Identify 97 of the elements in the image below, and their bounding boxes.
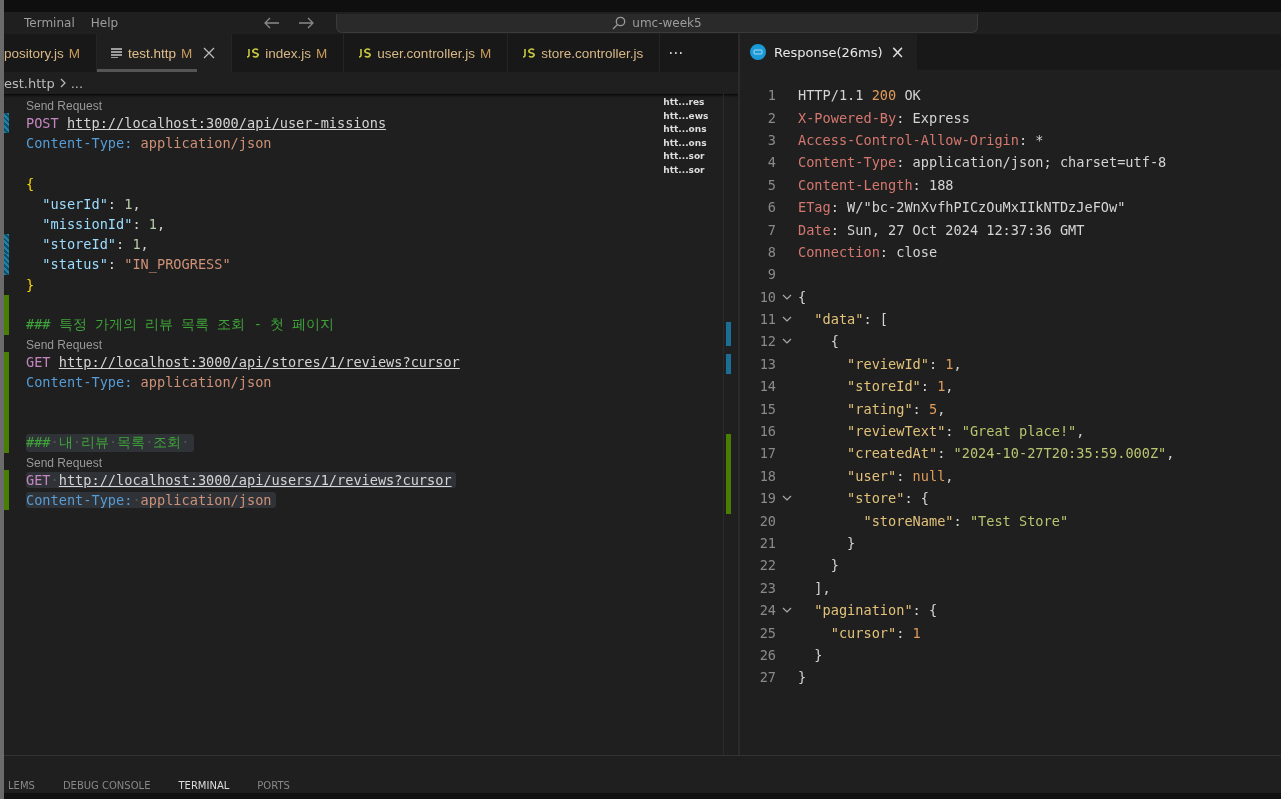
code-line: }	[813, 646, 823, 663]
send-request-link[interactable]: Send Request	[26, 456, 103, 470]
line-number: 2	[766, 109, 776, 126]
line-number: 15	[758, 400, 776, 417]
panel-tab[interactable]: PORTS	[257, 780, 290, 791]
code-line: ETag: W/"bc-2WnXvfhPICzOuMxIIkNTDzJeFOw"	[798, 199, 1126, 216]
code-line: {	[26, 175, 35, 192]
breadcrumb-item[interactable]: ...	[70, 75, 84, 91]
line-number: 20	[758, 512, 776, 529]
code-line: "status": "IN_PROGRESS"	[41, 256, 231, 273]
line-number: 6	[766, 199, 776, 216]
line-number: 13	[758, 355, 776, 372]
editor-tab[interactable]: test.http M	[97, 34, 233, 72]
panel-tab[interactable]: DEBUG CONSOLE	[62, 780, 151, 791]
line-number: 7	[766, 221, 776, 238]
line-number: 1	[766, 87, 776, 104]
line-number: 5	[766, 176, 776, 193]
code-line: "reviewText": "Great place!",	[846, 423, 1085, 440]
line-number: 26	[758, 646, 776, 663]
code-line: "cursor": 1	[829, 624, 921, 641]
minimap-section-label: htt...ons	[663, 123, 708, 136]
code-line: }	[846, 535, 856, 551]
close-icon	[203, 47, 216, 59]
js-file-icon	[246, 48, 261, 58]
menu-item[interactable]: Help	[90, 16, 119, 30]
code-line: "pagination": {	[813, 602, 938, 619]
response-tab[interactable]: Response(26ms) ×	[740, 34, 917, 70]
code-line: }	[798, 669, 807, 686]
line-number: 4	[766, 154, 776, 171]
line-number: 10	[758, 288, 776, 305]
code-line: Content-Type: application/json	[26, 374, 272, 391]
code-line: "storeName": "Test Store"	[862, 512, 1069, 529]
line-number: 12	[758, 333, 776, 350]
code-line: "user": null,	[846, 467, 954, 484]
code-line: Connection: close	[798, 243, 938, 260]
line-number: 17	[758, 445, 776, 462]
code-line: Access-Control-Allow-Origin: *	[798, 131, 1044, 148]
overview-ruler-mark	[726, 322, 732, 346]
line-number: 8	[766, 243, 776, 260]
js-file-icon	[522, 48, 537, 58]
forward-arrow-icon	[298, 17, 314, 29]
close-button[interactable]: ×	[890, 42, 905, 62]
code-line: }	[829, 557, 839, 574]
panel-tab[interactable]: TERMINAL	[178, 780, 230, 791]
panel-tab[interactable]: LEMS	[8, 780, 35, 791]
code-line: Content-Length: 188	[798, 176, 954, 193]
code-line: GET http://localhost:3000/api/stores/1/reviews?cursor	[26, 354, 460, 371]
line-number: 19	[758, 490, 776, 507]
code-line: "reviewId": 1,	[846, 355, 962, 372]
code-line: Content-Type: application/json	[26, 135, 272, 152]
code-line: ],	[813, 579, 831, 596]
code-line: "data": [	[813, 311, 889, 328]
code-line: }	[26, 276, 35, 293]
code-line: {	[829, 333, 839, 350]
code-line: "store": {	[846, 490, 929, 507]
minimap-section-label: htt...sor	[663, 163, 706, 177]
line-number: 21	[758, 535, 776, 551]
back-arrow-icon	[264, 17, 280, 29]
line-number: 3	[766, 131, 776, 148]
code-line: HTTP/1.1 200 OK	[798, 87, 921, 104]
code-line: "storeId": 1,	[846, 378, 954, 395]
chevron-right-icon	[58, 78, 67, 88]
line-number: 14	[758, 378, 776, 395]
code-line: "createdAt": "2024-10-27T20:35:59.000Z",	[846, 445, 1175, 462]
line-number: 11	[758, 311, 776, 328]
line-number: 9	[766, 266, 776, 283]
menu-item[interactable]: Terminal	[24, 16, 75, 30]
line-number: 16	[758, 423, 776, 440]
round-logo-icon	[750, 44, 766, 60]
minimap-section-label: htt...res	[663, 96, 706, 109]
code-line: "userId": 1,	[41, 195, 141, 212]
code-line: Date: Sun, 27 Oct 2024 12:37:36 GMT	[798, 221, 1085, 238]
code-line: "rating": 5,	[846, 400, 946, 417]
overview-ruler-mark	[726, 354, 732, 374]
search-icon	[612, 15, 627, 30]
code-line: {	[798, 288, 807, 305]
code-line: Content-Type: application/json; charset=utf-8	[798, 154, 1167, 171]
send-request-link[interactable]: Send Request	[26, 99, 103, 113]
minimap-section-label: htt...ews	[663, 109, 710, 123]
minimap-section-label: htt...sor	[663, 150, 706, 163]
text-lines-icon	[111, 48, 124, 58]
send-request-link[interactable]: Send Request	[26, 338, 103, 353]
code-line: "storeId": 1,	[41, 236, 149, 253]
line-number: 27	[758, 669, 776, 686]
code-line: "missionId": 1,	[41, 216, 166, 233]
line-number: 24	[758, 602, 776, 619]
code-line: ### 특정 가게의 리뷰 목록 조회 - 첫 페이지	[26, 315, 335, 334]
line-number: 18	[758, 467, 776, 484]
line-number: 23	[758, 579, 776, 596]
breadcrumb-item[interactable]: est.http	[4, 75, 55, 91]
line-number: 22	[758, 557, 776, 574]
minimap-section-label: htt...ons	[663, 136, 708, 150]
js-file-icon	[358, 48, 373, 58]
line-number: 25	[758, 624, 776, 641]
search-field[interactable]: umc-week5	[336, 13, 978, 33]
code-line: POST http://localhost:3000/api/user-missions	[26, 115, 387, 132]
code-line: X-Powered-By: Express	[798, 109, 970, 126]
